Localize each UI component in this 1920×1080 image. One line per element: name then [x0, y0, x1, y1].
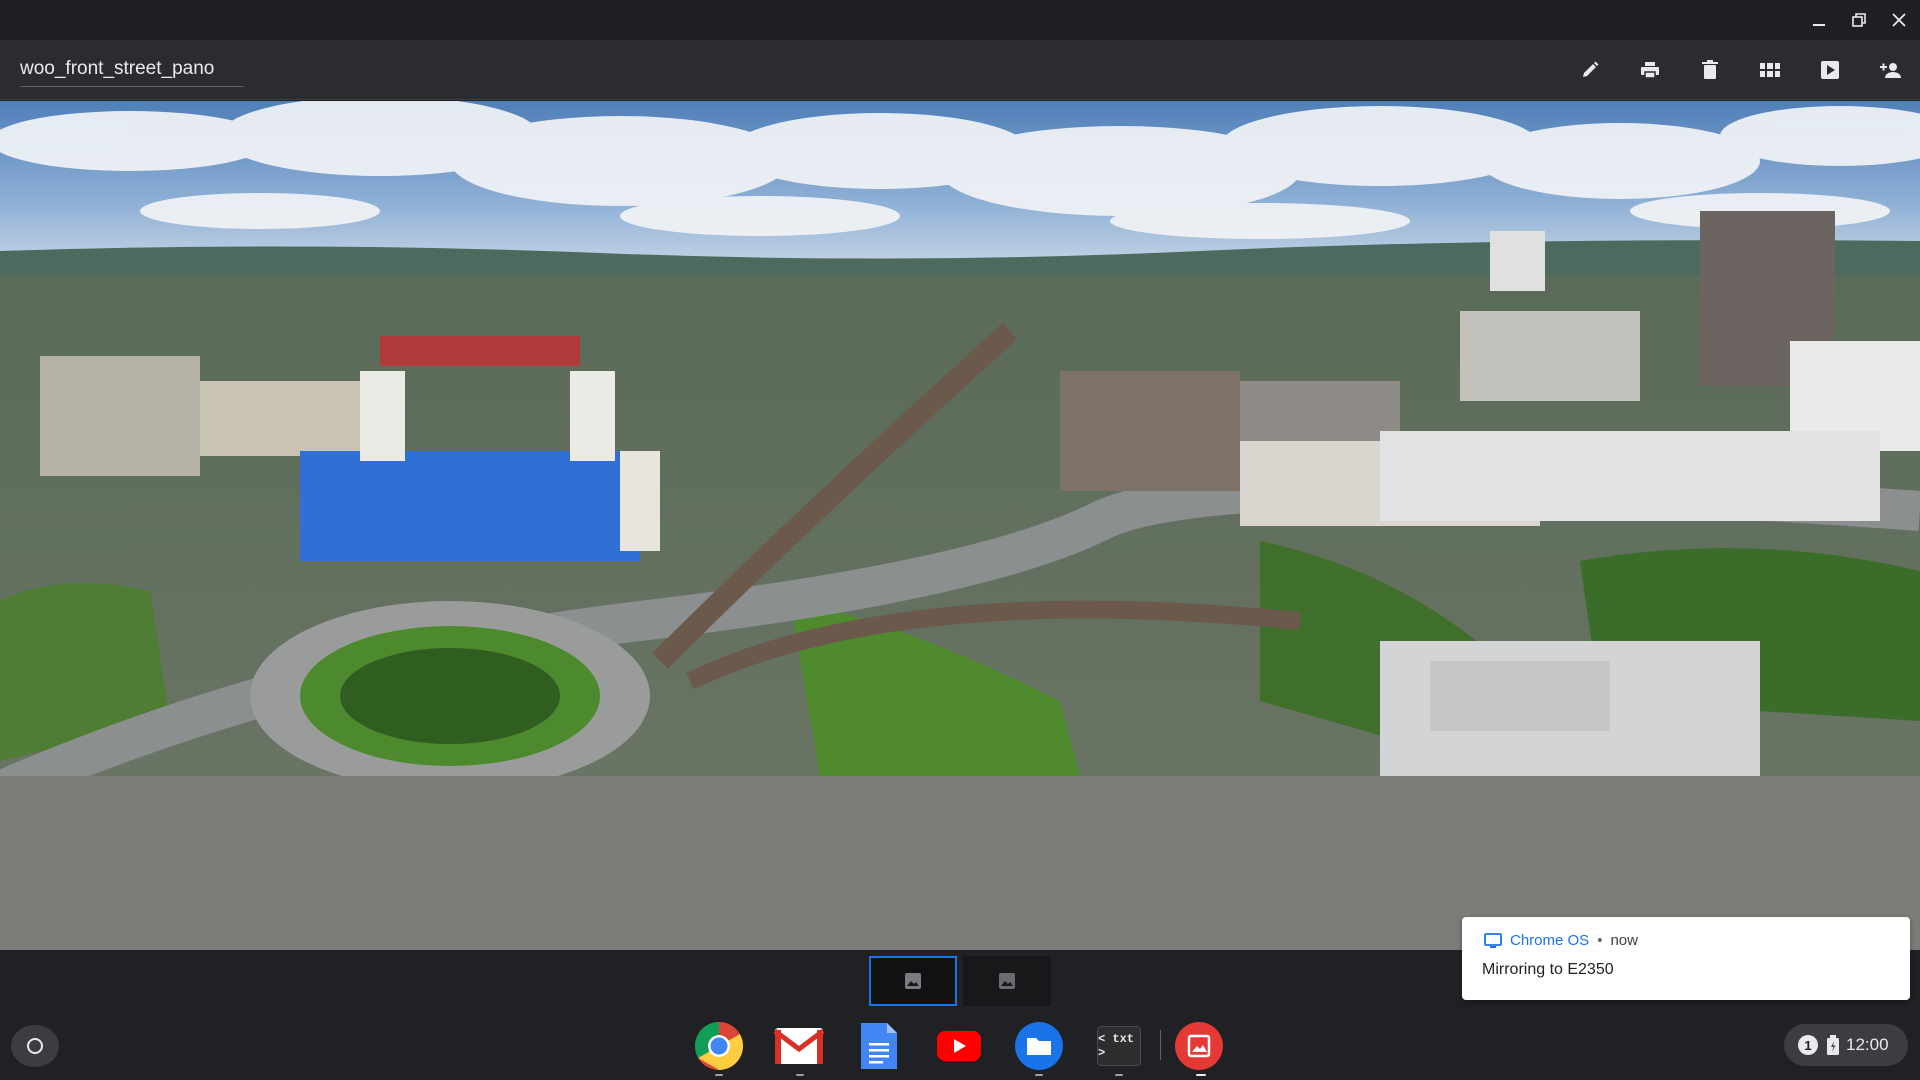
- notification-popup[interactable]: Chrome OS • now Mirroring to E2350: [1462, 917, 1910, 1000]
- gmail-app-icon[interactable]: [773, 1020, 825, 1072]
- running-indicator: [1115, 1074, 1123, 1076]
- thumbnail[interactable]: [963, 956, 1051, 1006]
- notification-message: Mirroring to E2350: [1482, 961, 1614, 978]
- clock: 12:00: [1846, 1035, 1889, 1054]
- docs-app-icon[interactable]: [853, 1020, 905, 1072]
- edit-icon[interactable]: [1576, 58, 1604, 82]
- app-toolbar: woo_front_street_pano: [0, 40, 1920, 100]
- monitor-icon: [1484, 932, 1502, 948]
- active-indicator: [1196, 1074, 1206, 1076]
- text-app-label: < txt >: [1097, 1026, 1141, 1066]
- image-icon: [999, 973, 1015, 989]
- file-name-field[interactable]: woo_front_street_pano: [20, 58, 244, 87]
- shelf-separator: [1160, 1030, 1161, 1060]
- notification-count-badge: 1: [1798, 1035, 1818, 1055]
- running-indicator: [796, 1074, 804, 1076]
- slideshow-icon[interactable]: [1816, 58, 1844, 82]
- restore-icon[interactable]: [1846, 8, 1872, 32]
- notification-time: now: [1610, 932, 1638, 949]
- print-icon[interactable]: [1636, 58, 1664, 82]
- battery-icon: [1827, 1035, 1839, 1055]
- launcher-circle-icon: [27, 1038, 43, 1054]
- gallery-app-icon[interactable]: [1173, 1020, 1225, 1072]
- delete-icon[interactable]: [1696, 58, 1724, 82]
- notification-separator: •: [1597, 932, 1603, 949]
- notification-header: Chrome OS • now: [1484, 932, 1638, 949]
- share-icon[interactable]: [1876, 58, 1904, 82]
- running-indicator: [715, 1074, 723, 1076]
- window-frame: [0, 0, 1920, 40]
- launcher-button[interactable]: [11, 1025, 59, 1067]
- thumbnail-selected[interactable]: [869, 956, 957, 1006]
- gallery-icon[interactable]: [1756, 58, 1784, 82]
- chrome-app-icon[interactable]: [693, 1020, 745, 1072]
- youtube-app-icon[interactable]: [933, 1020, 985, 1072]
- panorama-photo[interactable]: [0, 101, 1920, 950]
- close-icon[interactable]: [1886, 8, 1912, 32]
- image-icon: [905, 973, 921, 989]
- text-app-icon[interactable]: < txt >: [1093, 1020, 1145, 1072]
- files-app-icon[interactable]: [1013, 1020, 1065, 1072]
- status-tray[interactable]: 1 12:00: [1784, 1024, 1908, 1066]
- minimize-icon[interactable]: [1806, 8, 1832, 32]
- running-indicator: [1035, 1074, 1043, 1076]
- notification-source: Chrome OS: [1510, 932, 1590, 949]
